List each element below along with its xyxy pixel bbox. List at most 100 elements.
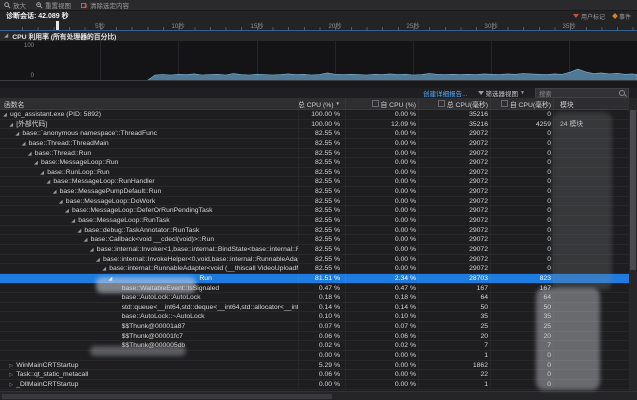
column-header-cpu-2[interactable]: 自 CPU (%) bbox=[345, 98, 418, 109]
top-toolbar: 放大重置视图清除选定内容 bbox=[0, 0, 637, 11]
self-cpu-pct: 0.14 % bbox=[345, 303, 418, 312]
module-name bbox=[553, 341, 637, 350]
function-name: base::`anonymous namespace'::ThreadFunc bbox=[22, 130, 157, 137]
function-name: base::Thread::ThreadMain bbox=[29, 140, 109, 147]
timeline-ruler[interactable]: 5秒10秒15秒20秒25秒30秒35秒 bbox=[0, 21, 637, 30]
collapse-triangle-icon[interactable]: ◢ bbox=[4, 33, 8, 39]
self-cpu-pct: 0.00 % bbox=[345, 380, 418, 389]
table-row[interactable]: ◢base::RunLoop::Run82.55 %0.00 %290720 bbox=[0, 168, 637, 178]
table-row[interactable]: $$Thunk@00001fc70.06 %0.06 %2020 bbox=[0, 332, 637, 342]
table-row[interactable]: ◢base::MessagePumpDefault::Run82.55 %0.0… bbox=[0, 187, 637, 197]
module-name bbox=[553, 206, 637, 215]
tree-expander-icon[interactable]: ◢ bbox=[22, 140, 29, 148]
filter-funnel-icon bbox=[478, 91, 484, 95]
ruler-tick-label: 10秒 bbox=[171, 21, 184, 30]
column-header-function[interactable]: 函数名 bbox=[0, 98, 298, 109]
total-cpu-ms: 50 bbox=[418, 303, 490, 312]
table-row[interactable]: ◢base::Thread::Run82.55 %0.00 %290720 bbox=[0, 149, 637, 159]
filter-view-label: 筛选器视图 bbox=[486, 88, 519, 98]
toolbar-button-reset-view[interactable]: 重置视图 bbox=[36, 0, 71, 10]
vertical-scrollbar[interactable] bbox=[629, 98, 637, 391]
table-row[interactable]: ◢base::internal::RunnableAdapter<void (_… bbox=[0, 264, 637, 274]
ruler-tick-label: 20秒 bbox=[328, 21, 341, 30]
self-cpu-pct: 0.47 % bbox=[345, 284, 418, 293]
table-row[interactable]: base::AutoLock::~AutoLock0.10 %0.10 %353… bbox=[0, 312, 637, 322]
table-row[interactable]: 0.00 %0.00 %10 bbox=[0, 351, 637, 361]
table-row[interactable]: ◢base::internal::Invoker<1,base::interna… bbox=[0, 245, 637, 255]
self-cpu-ms: 167 bbox=[490, 284, 553, 293]
cpu-utilization-chart[interactable]: 100 0 bbox=[0, 41, 637, 81]
table-row[interactable]: ◢base::MessageLoop::RunTask82.55 %0.00 %… bbox=[0, 216, 637, 226]
function-name: Run bbox=[199, 275, 211, 282]
table-row[interactable]: ◢base::debug::TaskAnnotator::RunTask82.5… bbox=[0, 226, 637, 236]
table-row[interactable]: ◢base::Callback<void __cdecl(void)>::Run… bbox=[0, 235, 637, 245]
self-cpu-ms: 7 bbox=[490, 341, 553, 350]
table-row[interactable]: ◢[外部代码]100.00 %12.09 %35216425924 模块 bbox=[0, 120, 637, 130]
total-cpu-ms: 29072 bbox=[418, 235, 490, 244]
event-mark-icon bbox=[612, 13, 618, 19]
create-report-link[interactable]: 创建详细报告... bbox=[423, 88, 467, 98]
vertical-scrollbar-thumb[interactable] bbox=[630, 110, 636, 270]
table-row[interactable]: base::AutoLock::AutoLock0.18 %0.18 %6464 bbox=[0, 293, 637, 303]
toolbar-button-zoom-in[interactable]: 放大 bbox=[4, 0, 26, 10]
tree-expander-icon[interactable]: ◢ bbox=[84, 236, 91, 244]
function-name: base::MessageLoop::RunHandler bbox=[53, 178, 154, 185]
table-row[interactable]: ◢base::internal::InvokeHelper<0,void,bas… bbox=[0, 255, 637, 265]
ruler-tick-label: 5秒 bbox=[95, 21, 105, 30]
table-row[interactable]: ▷WinMainCRTStartup5.29 %0.00 %18620 bbox=[0, 361, 637, 371]
table-row[interactable]: base::WaitableEvent::IsSignaled0.47 %0.4… bbox=[0, 284, 637, 294]
table-row[interactable]: ◢Run81.51 %2.34 %28703823 bbox=[0, 274, 637, 284]
tree-expander-icon[interactable]: ◢ bbox=[53, 188, 60, 196]
table-row[interactable]: ◢base::MessageLoop::DeferOrRunPendingTas… bbox=[0, 206, 637, 216]
table-row[interactable]: ◢ugc_assistant.exe (PID: 5892)100.00 %0.… bbox=[0, 110, 637, 120]
tree-expander-icon[interactable]: ◢ bbox=[108, 275, 115, 283]
table-row[interactable]: $$Thunk@000005db0.02 %0.02 %77 bbox=[0, 341, 637, 351]
ruler-tick-label: 15秒 bbox=[250, 21, 263, 30]
self-cpu-pct: 0.00 % bbox=[345, 158, 418, 167]
tree-expander-icon[interactable]: ◢ bbox=[90, 246, 97, 254]
table-row[interactable]: ▷Task::qt_static_metacall0.06 %0.00 %220 bbox=[0, 370, 637, 380]
tree-expander-icon[interactable]: ◢ bbox=[28, 150, 35, 158]
tree-expander-icon[interactable]: ◢ bbox=[59, 198, 66, 206]
current-time-marker[interactable] bbox=[56, 21, 59, 30]
total-cpu-ms: 29072 bbox=[418, 245, 490, 254]
table-row[interactable]: ◢base::MessageLoop::Run82.55 %0.00 %2907… bbox=[0, 158, 637, 168]
self-cpu-pct: 0.00 % bbox=[345, 361, 418, 370]
self-cpu-ms: 20 bbox=[490, 332, 553, 341]
module-name bbox=[553, 312, 637, 321]
function-name: base::MessageLoop::RunTask bbox=[78, 217, 169, 224]
tree-expander-icon[interactable]: ◢ bbox=[34, 159, 41, 167]
toolbar-button-clear-selection[interactable]: 清除选定内容 bbox=[81, 0, 129, 10]
function-name: WinMainCRTStartup bbox=[16, 362, 78, 369]
tree-expander-icon[interactable]: ◢ bbox=[96, 256, 103, 264]
self-cpu-ms: 0 bbox=[490, 380, 553, 389]
table-row[interactable]: $$Thunk@00001a870.07 %0.07 %2525 bbox=[0, 322, 637, 332]
cpu-section-header[interactable]: ◢ CPU 利用率 (所有处理器的百分比) bbox=[0, 30, 637, 41]
column-header-cpu-1[interactable]: 总 CPU (%)▼ bbox=[298, 98, 345, 109]
function-name: base::MessagePumpDefault::Run bbox=[60, 188, 162, 195]
module-name bbox=[553, 245, 637, 254]
table-row[interactable]: ▷_DllMainCRTStartup0.00 %0.00 %10 bbox=[0, 380, 637, 390]
table-row[interactable]: std::queue<__int64,std::deque<__int64,st… bbox=[0, 303, 637, 313]
table-row[interactable]: ◢base::MessageLoop::RunHandler82.55 %0.0… bbox=[0, 177, 637, 187]
tree-expander-icon[interactable]: ◢ bbox=[3, 111, 10, 119]
table-row[interactable]: ◢base::Thread::ThreadMain82.55 %0.00 %29… bbox=[0, 139, 637, 149]
column-header-cpu-4[interactable]: 自 CPU(毫秒) bbox=[490, 98, 553, 109]
self-cpu-ms: 0 bbox=[490, 351, 553, 360]
ruler-tick-label: 25秒 bbox=[406, 21, 419, 30]
self-cpu-pct: 0.00 % bbox=[345, 187, 418, 196]
horizontal-scrollbar[interactable] bbox=[0, 391, 637, 400]
total-cpu-ms: 20 bbox=[418, 332, 490, 341]
horizontal-scrollbar-thumb[interactable] bbox=[2, 394, 332, 399]
self-cpu-pct: 0.00 % bbox=[345, 206, 418, 215]
tree-expander-icon[interactable]: ◢ bbox=[65, 207, 72, 215]
column-header-cpu-3[interactable]: 总 CPU(毫秒) bbox=[418, 98, 490, 109]
search-input[interactable]: 搜索 bbox=[535, 88, 629, 98]
table-row[interactable]: ◢base::`anonymous namespace'::ThreadFunc… bbox=[0, 129, 637, 139]
column-header-module[interactable]: 模块 bbox=[553, 98, 637, 109]
table-row[interactable]: ◢base::MessageLoop::DoWork82.55 %0.00 %2… bbox=[0, 197, 637, 207]
total-cpu-pct: 82.55 % bbox=[298, 177, 345, 186]
self-cpu-pct: 0.00 % bbox=[345, 226, 418, 235]
function-name: [外部代码] bbox=[16, 121, 47, 128]
filter-view-dropdown[interactable]: 筛选器视图 ▼ bbox=[478, 88, 525, 98]
